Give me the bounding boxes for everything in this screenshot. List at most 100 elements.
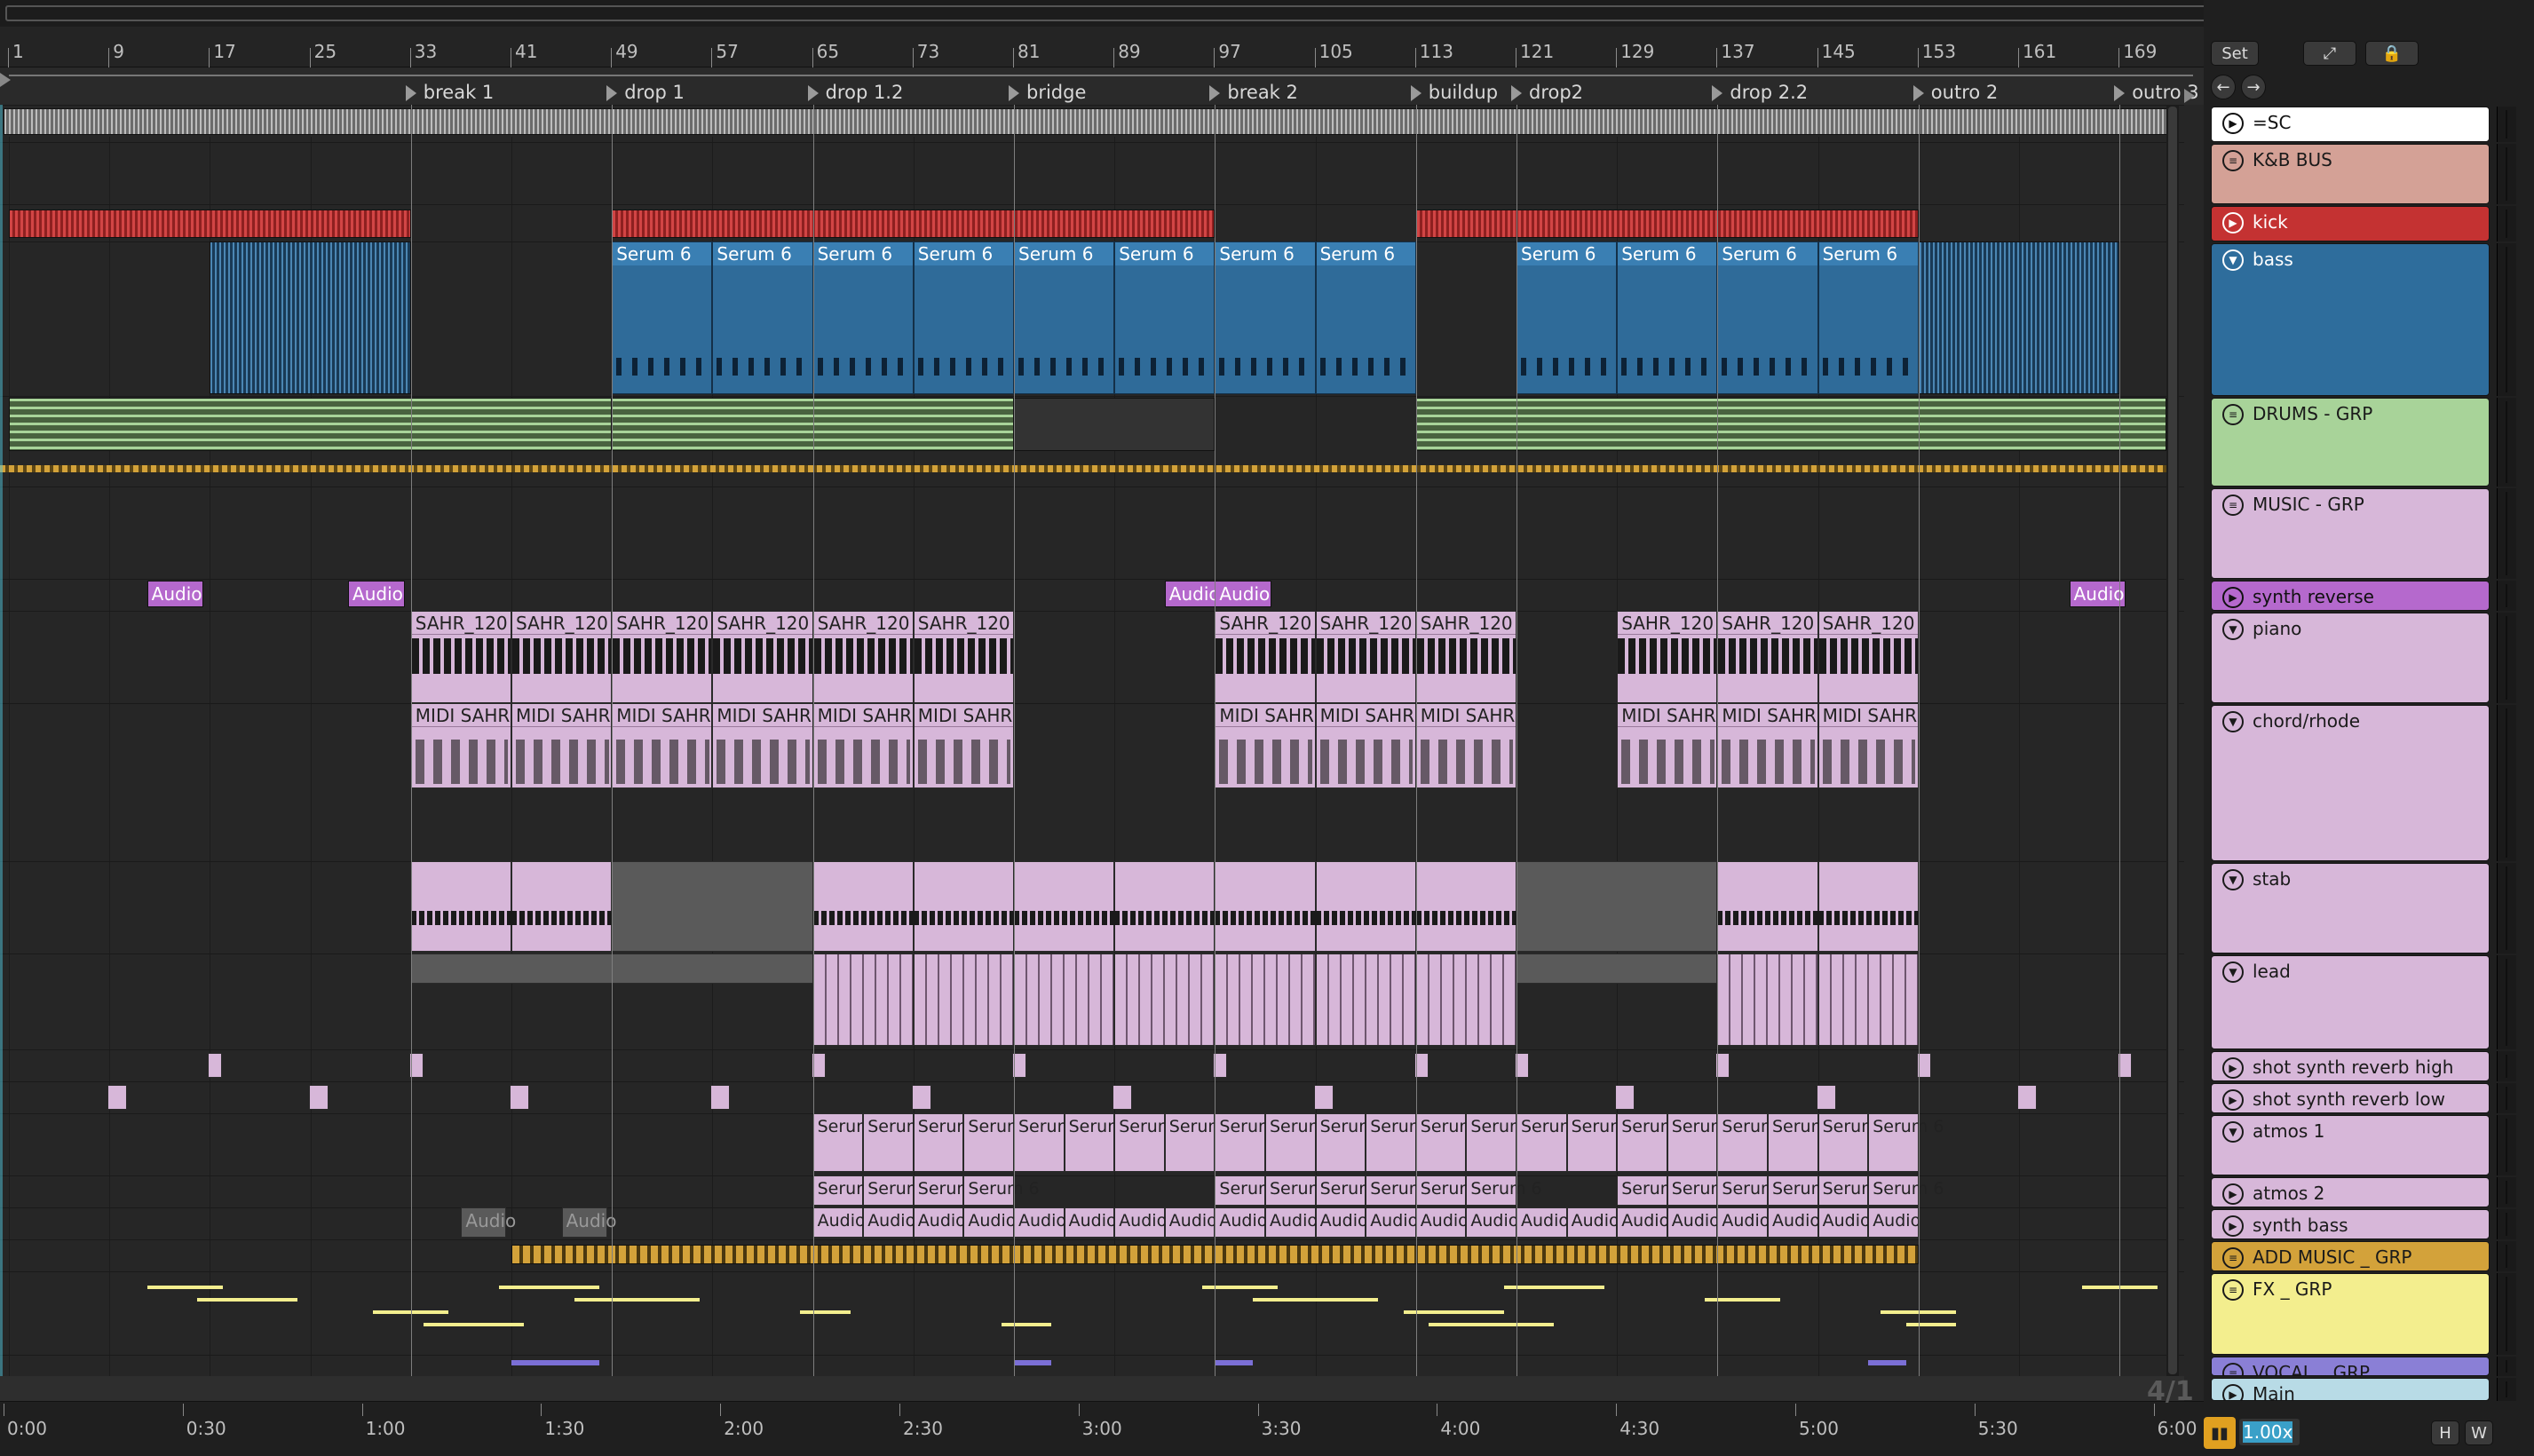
small-clip[interactable]: Audio (1817, 1207, 1871, 1238)
bass-clip[interactable]: Serum 6 (1516, 241, 1618, 394)
loop-start-icon[interactable] (0, 73, 11, 87)
small-clip[interactable]: Serum 6 (1366, 1175, 1441, 1206)
small-clip[interactable]: Serum 6 (1415, 1175, 1492, 1206)
small-clip[interactable]: Serum 6 (1566, 1113, 1643, 1172)
music-clip[interactable]: MIDI SAHR (913, 703, 1014, 788)
lead-clip[interactable] (1415, 954, 1516, 1046)
stub-audio-clip[interactable]: Audio (461, 1207, 516, 1238)
bass-clip[interactable]: Serum 6 (1114, 241, 1216, 394)
locator-label[interactable]: drop2 (1529, 82, 1583, 103)
small-clip[interactable]: Serum 6 (1265, 1113, 1341, 1172)
bass-clip[interactable]: Serum 6 (812, 241, 914, 394)
kick-clip[interactable] (9, 210, 411, 238)
small-clip[interactable]: Serum 6 (1617, 1175, 1692, 1206)
shot-low-clip[interactable] (510, 1085, 529, 1110)
nav-right-icon[interactable]: → (2241, 75, 2266, 99)
track-header-fx-grp[interactable]: ≡ FX _ GRP (2211, 1273, 2490, 1355)
metronome-icon[interactable]: ▮▮ (2204, 1417, 2236, 1449)
play-icon[interactable]: ▶ (2222, 1384, 2244, 1400)
fold-icon[interactable]: ▼ (2222, 711, 2244, 732)
synth-reverse-clip[interactable]: Audio (348, 581, 405, 607)
music-clip[interactable]: MIDI SAHR (812, 703, 914, 788)
small-clip[interactable]: Serum 6 (1617, 1113, 1692, 1172)
small-clip[interactable]: Serum 6 (863, 1113, 938, 1172)
music-clip[interactable]: MIDI SAHR (712, 703, 813, 788)
small-clip[interactable]: Serum 6 (1667, 1175, 1743, 1206)
shot-low-clip[interactable] (1113, 1085, 1133, 1110)
track-header-chord-rhode[interactable]: ▼ chord/rhode (2211, 705, 2490, 861)
small-clip[interactable]: Serum 6 (963, 1113, 1040, 1172)
lock-icon[interactable]: 🔒 (2365, 41, 2419, 66)
small-clip[interactable]: Serum 6 (1667, 1113, 1743, 1172)
play-icon[interactable]: ▶ (2222, 1183, 2244, 1205)
locator-triangle-icon[interactable] (2114, 85, 2126, 101)
track-header-piano[interactable]: ▼ piano (2211, 613, 2490, 703)
track-header-music-grp[interactable]: ≡ MUSIC - GRP (2211, 488, 2490, 579)
stab-clip[interactable] (1014, 861, 1115, 952)
music-clip[interactable]: MIDI SAHR (511, 703, 613, 788)
play-icon[interactable]: ▶ (2222, 212, 2244, 233)
small-clip[interactable]: Serum 6 (913, 1175, 989, 1206)
shot-low-clip[interactable] (2017, 1085, 2037, 1110)
small-clip[interactable]: Serum 6 (1215, 1175, 1291, 1206)
lead-clip[interactable] (1315, 954, 1416, 1046)
music-clip[interactable]: SAHR_120 (410, 611, 511, 703)
nav-left-icon[interactable]: ← (2211, 75, 2236, 99)
track-header-main[interactable]: ▶ Main (2211, 1378, 2490, 1401)
music-clip[interactable]: SAHR_120 (712, 611, 813, 703)
track-header--sc[interactable]: ▶ =SC (2211, 107, 2490, 142)
synth-reverse-clip[interactable]: Audio (2069, 581, 2126, 607)
small-clip[interactable]: Audio (863, 1207, 915, 1238)
tempo-factor[interactable]: 1.00x (2239, 1419, 2300, 1445)
stab-clip[interactable] (1215, 861, 1316, 952)
locator-label[interactable]: break 2 (1227, 82, 1298, 103)
group-icon[interactable]: ≡ (2222, 1279, 2244, 1301)
locator-triangle-icon[interactable] (1209, 85, 1221, 101)
locator-triangle-icon[interactable] (1009, 85, 1019, 101)
small-clip[interactable]: Serum 6 (963, 1175, 1040, 1206)
shot-low-clip[interactable] (308, 1085, 329, 1110)
h-button[interactable]: H (2431, 1420, 2459, 1445)
small-clip[interactable]: Serum 6 (1415, 1113, 1492, 1172)
locator-label[interactable]: drop 1.2 (826, 82, 904, 103)
music-clip[interactable]: SAHR_120 (1717, 611, 1818, 703)
small-clip[interactable]: Audio (1717, 1207, 1770, 1238)
fold-icon[interactable]: ▼ (2222, 619, 2244, 640)
time-ruler[interactable]: 0:00 0:30 1:00 1:30 2:00 2:30 3:00 3:30 4:00 4:30… (0, 1401, 2204, 1456)
bass-clip[interactable]: Serum 6 (1817, 241, 1919, 394)
stab-clip[interactable] (1415, 861, 1516, 952)
stab-clip[interactable] (410, 861, 511, 952)
small-clip[interactable]: Serum 6 (1466, 1113, 1542, 1172)
small-clip[interactable]: Serum 6 (812, 1175, 889, 1206)
small-clip[interactable]: Serum 6 (1717, 1175, 1794, 1206)
small-clip[interactable]: Audio (1617, 1207, 1669, 1238)
synth-reverse-clip[interactable]: Audio (146, 581, 204, 607)
lead-clip[interactable] (812, 954, 914, 1046)
small-clip[interactable]: Audio (1667, 1207, 1720, 1238)
small-clip[interactable]: Serum 6 (812, 1113, 889, 1172)
beat-ruler[interactable]: 1 9 17 25 33 41 49 57 65 73 81 89 97 105 113 121 129 137 1… (0, 27, 2204, 67)
locator-label[interactable]: outro 2 (1931, 82, 1998, 103)
music-clip[interactable]: SAHR_120 (913, 611, 1014, 703)
lead-clip[interactable] (1114, 954, 1216, 1046)
small-clip[interactable]: Serum 6 (1817, 1113, 1894, 1172)
stab-clip[interactable] (1717, 861, 1818, 952)
shot-low-clip[interactable] (1816, 1085, 1836, 1110)
music-clip[interactable]: MIDI SAHR (1215, 703, 1316, 788)
drums-clip[interactable] (1014, 398, 1216, 451)
small-clip[interactable]: Audio (1566, 1207, 1619, 1238)
small-clip[interactable]: Serum 6 (1717, 1113, 1794, 1172)
music-clip[interactable]: MIDI SAHR (1817, 703, 1919, 788)
small-clip[interactable]: Audio (913, 1207, 966, 1238)
locator-triangle-icon[interactable] (1511, 85, 1522, 101)
shot-low-clip[interactable] (107, 1085, 128, 1110)
play-icon[interactable]: ▶ (2222, 113, 2244, 134)
locator-label[interactable]: buildup (1429, 82, 1498, 103)
small-clip[interactable]: Serum 6 (1768, 1175, 1843, 1206)
track-header-atmos-2[interactable]: ▶ atmos 2 (2211, 1177, 2490, 1207)
group-icon[interactable]: ≡ (2222, 495, 2244, 516)
small-clip[interactable]: Audio (1064, 1207, 1117, 1238)
stab-clip[interactable] (812, 861, 914, 952)
locator-lane[interactable]: break 1 drop 1 drop 1.2 bridge break 2 buildu… (0, 67, 2204, 105)
track-header-stab[interactable]: ▼ stab (2211, 863, 2490, 954)
